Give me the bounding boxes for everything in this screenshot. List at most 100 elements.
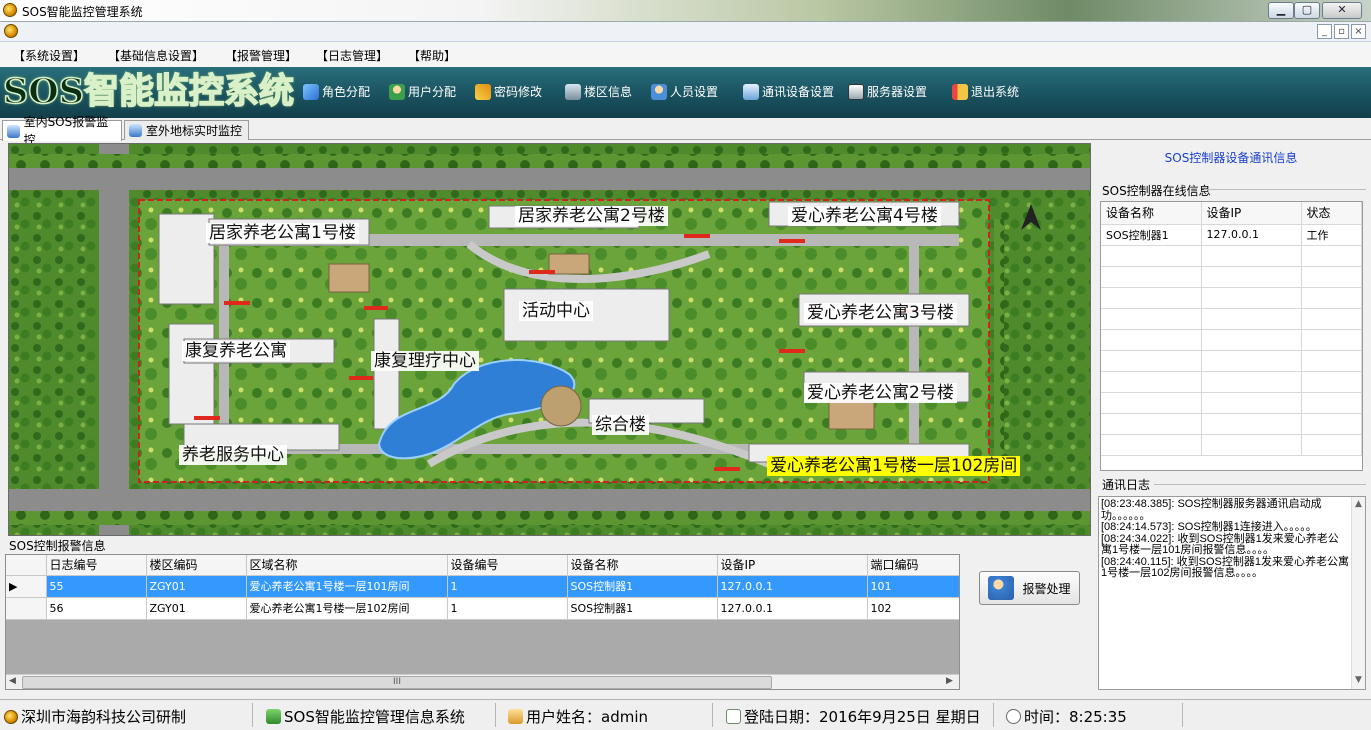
user-assign-label: 用户分配 xyxy=(408,85,457,99)
tab-indoor-sos-monitor[interactable]: 室内SOS报警监控 xyxy=(2,115,122,147)
table-cell[interactable]: 56 xyxy=(46,597,147,620)
empty-cell xyxy=(1101,245,1202,267)
menu-basic-info-settings[interactable]: 【基础信息设置】 xyxy=(108,47,204,64)
table-cell[interactable]: 1 xyxy=(447,597,568,620)
scroll-thumb[interactable]: III xyxy=(22,676,772,689)
alarm-table[interactable]: 日志编号 楼区编码 区域名称 设备编号 设备名称 设备IP 端口编码 ▶ 55 … xyxy=(5,554,960,690)
map-label-love-apartment-3[interactable]: 爱心养老公寓3号楼 xyxy=(804,303,957,323)
table-cell[interactable]: 55 xyxy=(46,575,147,598)
personnel-settings-button[interactable]: 人员设置 xyxy=(651,81,718,103)
map-label-complex-building[interactable]: 综合楼 xyxy=(592,415,649,435)
device-name-cell[interactable]: SOS控制器1 xyxy=(1101,224,1202,246)
device-ip-cell[interactable]: 127.0.0.1 xyxy=(1201,224,1302,246)
menu-help[interactable]: 【帮助】 xyxy=(408,47,456,64)
table-cell[interactable]: 127.0.0.1 xyxy=(717,575,868,598)
table-row[interactable]: 56 ZGY01 爱心养老公寓1号楼一层102房间 1 SOS控制器1 127.… xyxy=(6,597,959,620)
table-cell[interactable]: 127.0.0.1 xyxy=(717,597,868,620)
device-col-name[interactable]: 设备名称 xyxy=(1101,202,1202,225)
minimize-button[interactable]: ▁ xyxy=(1268,2,1294,19)
map-label-activity-center[interactable]: 活动中心 xyxy=(519,301,593,321)
table-cell[interactable]: 爱心养老公寓1号楼一层102房间 xyxy=(246,597,448,620)
status-company: 深圳市海韵科技公司研制 xyxy=(4,706,186,727)
user-assign-button[interactable]: 用户分配 xyxy=(389,81,456,103)
empty-cell xyxy=(1101,434,1202,456)
status-bar: 深圳市海韵科技公司研制 SOS智能监控管理信息系统 用户姓名：admin 登陆日… xyxy=(0,699,1371,730)
device-row[interactable]: SOS控制器1 127.0.0.1 工作 xyxy=(1101,224,1362,246)
tab-outdoor-landmark-monitor[interactable]: 室外地标实时监控 xyxy=(124,120,249,140)
table-cell[interactable]: 1 xyxy=(447,575,568,598)
device-icon xyxy=(743,84,759,100)
role-assign-button[interactable]: 角色分配 xyxy=(303,81,370,103)
table-cell[interactable]: SOS控制器1 xyxy=(567,597,718,620)
mdi-minimize-button[interactable]: _ xyxy=(1317,24,1332,39)
alarm-col-device-name[interactable]: 设备名称 xyxy=(567,555,718,576)
device-table[interactable]: 设备名称 设备IP 状态 SOS控制器1 127.0.0.1 工作 xyxy=(1100,201,1363,471)
table-row[interactable]: ▶ 55 ZGY01 爱心养老公寓1号楼一层101房间 1 SOS控制器1 12… xyxy=(6,575,959,598)
scroll-left-icon[interactable]: ◀ xyxy=(9,676,16,686)
alarm-col-device-ip[interactable]: 设备IP xyxy=(717,555,868,576)
map-label-love-apartment-4[interactable]: 爱心养老公寓4号楼 xyxy=(788,206,941,226)
alarm-col-region-name[interactable]: 区域名称 xyxy=(246,555,448,576)
comm-log[interactable]: [08:23:48.385]: SOS控制器服务器通讯启动成功。。。。。。 [0… xyxy=(1098,496,1366,690)
mdi-close-button[interactable]: × xyxy=(1351,24,1366,39)
map-label-rehab-apartment[interactable]: 康复养老公寓 xyxy=(182,341,290,361)
log-scrollbar[interactable]: ▲ ▼ xyxy=(1351,497,1365,689)
panel-title: SOS控制器设备通讯信息 xyxy=(1164,151,1298,165)
comm-device-settings-label: 通讯设备设置 xyxy=(762,85,835,99)
password-change-button[interactable]: 密码修改 xyxy=(475,81,542,103)
table-cell[interactable]: ZGY01 xyxy=(146,575,247,598)
alarm-col-port-code[interactable]: 端口编码 xyxy=(867,555,959,576)
table-cell[interactable]: 爱心养老公寓1号楼一层101房间 xyxy=(246,575,448,598)
people-icon xyxy=(651,84,667,100)
status-separator xyxy=(993,703,994,727)
exit-icon xyxy=(952,84,968,100)
role-icon xyxy=(303,84,319,100)
empty-cell xyxy=(1101,266,1202,288)
mdi-bar: _ ▫ × xyxy=(0,22,1371,42)
map-label-love-apartment-2[interactable]: 爱心养老公寓2号楼 xyxy=(804,383,957,403)
status-separator xyxy=(1182,703,1183,727)
device-col-ip[interactable]: 设备IP xyxy=(1201,202,1302,225)
status-system-text: SOS智能监控管理信息系统 xyxy=(284,708,465,726)
server-settings-button[interactable]: 服务器设置 xyxy=(848,81,927,103)
close-button[interactable]: ✕ xyxy=(1322,2,1362,19)
map-label-elderly-service-center[interactable]: 养老服务中心 xyxy=(179,445,287,465)
empty-cell xyxy=(1201,413,1302,435)
alarm-col-log-id[interactable]: 日志编号 xyxy=(46,555,147,576)
map-label-home-apartment-1[interactable]: 居家养老公寓1号楼 xyxy=(206,223,359,243)
menu-alarm-management[interactable]: 【报警管理】 xyxy=(225,47,297,64)
password-icon xyxy=(475,84,491,100)
menu-log-management[interactable]: 【日志管理】 xyxy=(316,47,388,64)
map-label-home-apartment-2[interactable]: 居家养老公寓2号楼 xyxy=(515,206,668,226)
row-selector[interactable] xyxy=(6,597,47,620)
device-status-cell[interactable]: 工作 xyxy=(1301,224,1362,246)
empty-cell xyxy=(1201,392,1302,414)
scroll-right-icon[interactable]: ▶ xyxy=(946,676,953,686)
maximize-button[interactable]: ▢ xyxy=(1294,2,1320,19)
map-label-alarm-room[interactable]: 爱心养老公寓1号楼一层102房间 xyxy=(767,456,1021,476)
table-cell[interactable]: ZGY01 xyxy=(146,597,247,620)
status-separator xyxy=(252,703,253,727)
empty-cell xyxy=(1201,434,1302,456)
empty-cell xyxy=(1301,287,1362,309)
table-cell[interactable]: 101 xyxy=(867,575,959,598)
site-map[interactable]: 居家养老公寓1号楼 居家养老公寓2号楼 爱心养老公寓4号楼 活动中心 爱心养老公… xyxy=(8,143,1091,536)
scroll-up-icon[interactable]: ▲ xyxy=(1355,499,1362,509)
device-col-status[interactable]: 状态 xyxy=(1301,202,1362,225)
alarm-col-device-id[interactable]: 设备编号 xyxy=(447,555,568,576)
mdi-restore-button[interactable]: ▫ xyxy=(1334,24,1349,39)
map-label-rehab-therapy-center[interactable]: 康复理疗中心 xyxy=(371,351,479,371)
alarm-col-area-code[interactable]: 楼区编码 xyxy=(146,555,247,576)
table-cell[interactable]: SOS控制器1 xyxy=(567,575,718,598)
exit-system-button[interactable]: 退出系统 xyxy=(952,81,1019,103)
group-divider xyxy=(1204,189,1366,190)
building-info-button[interactable]: 楼区信息 xyxy=(565,81,632,103)
scroll-down-icon[interactable]: ▼ xyxy=(1355,675,1362,685)
row-selector-icon[interactable]: ▶ xyxy=(6,575,47,598)
comm-device-settings-button[interactable]: 通讯设备设置 xyxy=(743,81,834,103)
table-cell[interactable]: 102 xyxy=(867,597,959,620)
child-window-icon[interactable] xyxy=(4,24,18,38)
alarm-handle-button[interactable]: 报警处理 xyxy=(979,571,1080,605)
alarm-horizontal-scrollbar[interactable]: ◀ III ▶ xyxy=(6,674,959,689)
menu-system-settings[interactable]: 【系统设置】 xyxy=(13,47,85,64)
